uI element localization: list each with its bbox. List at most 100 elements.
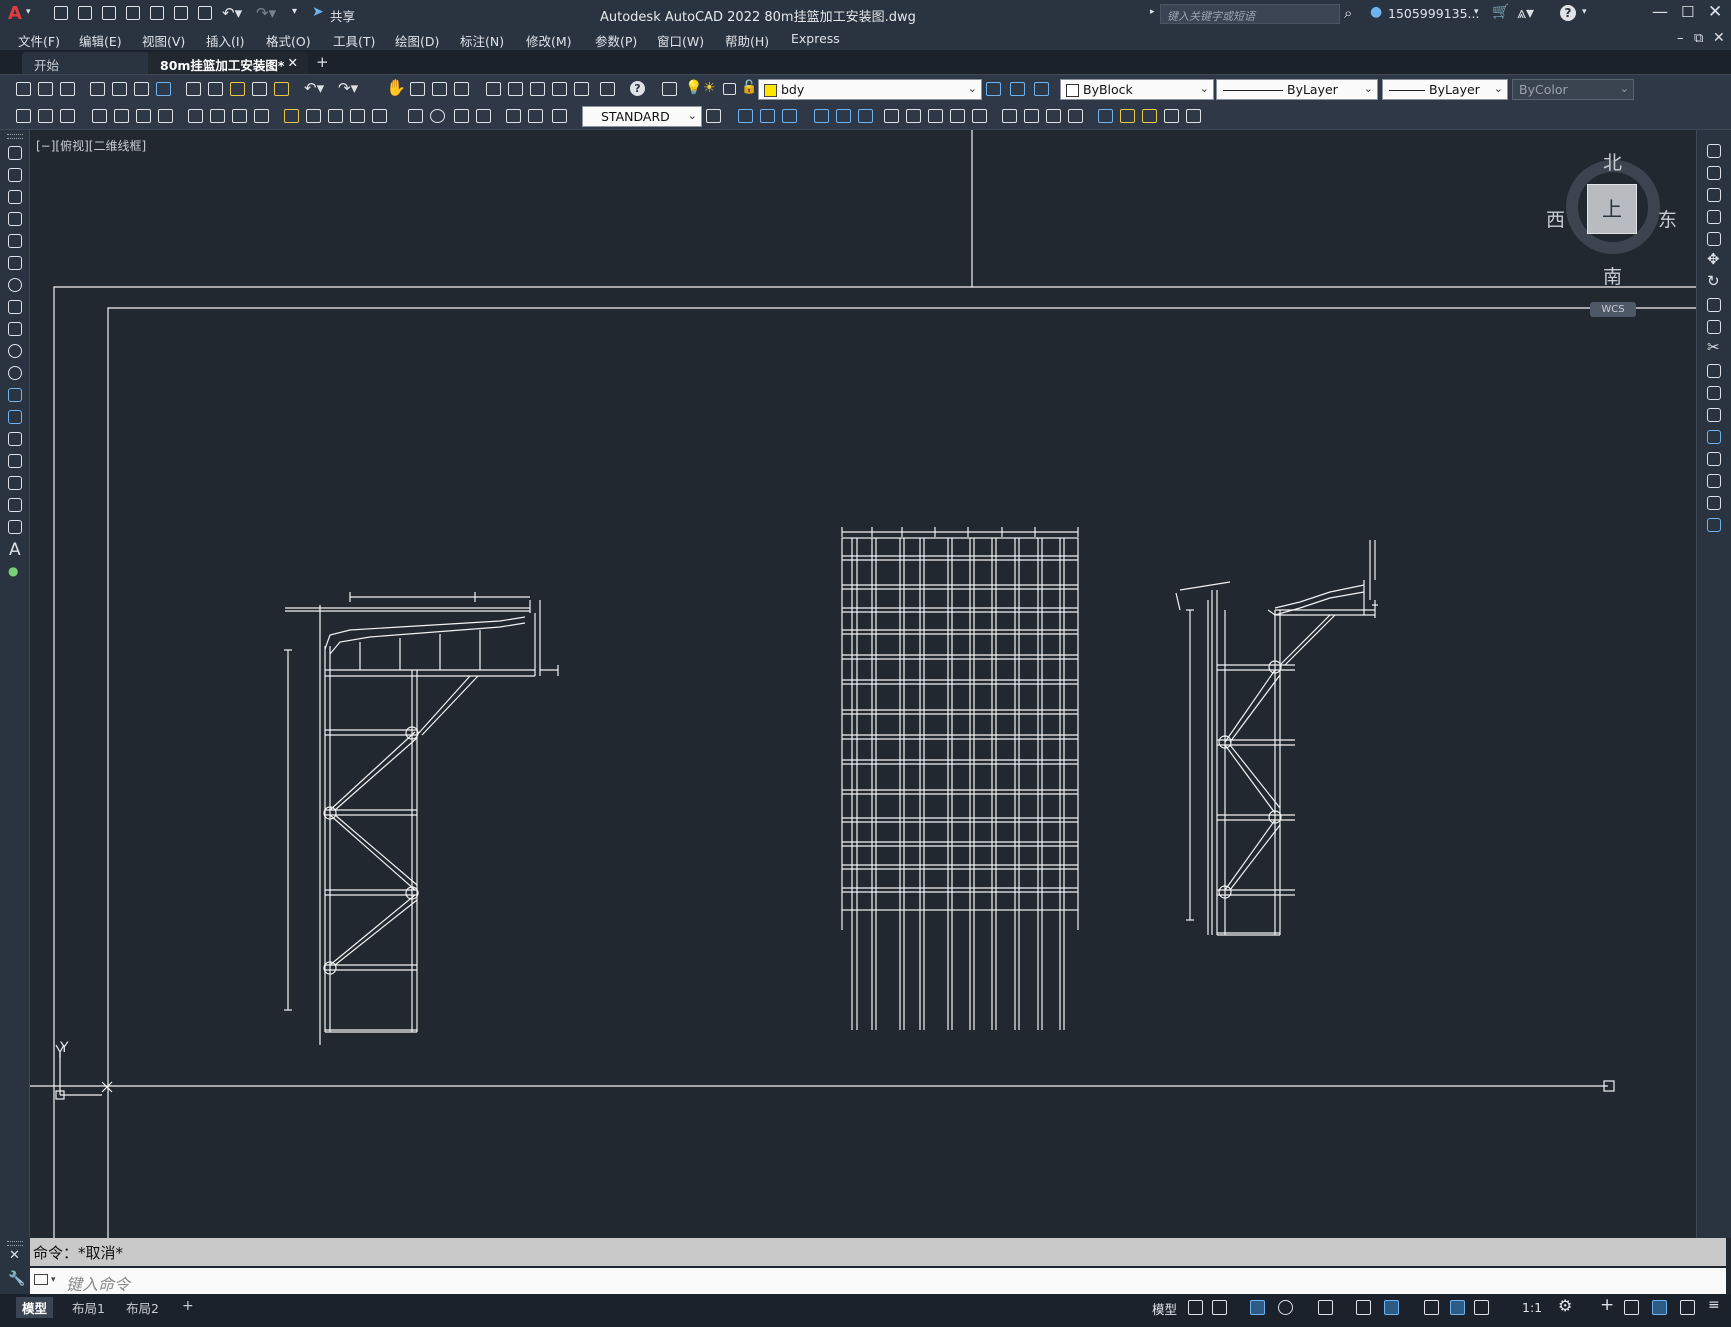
baseline-dim-icon[interactable] [306, 109, 321, 123]
drawing-canvas[interactable] [30, 130, 1696, 1238]
new-file-icon[interactable] [54, 6, 68, 20]
cut-icon[interactable] [186, 82, 201, 96]
object-snap-icon[interactable] [1384, 1300, 1399, 1315]
dim-style-manager-icon[interactable] [706, 109, 721, 123]
menu-help[interactable]: 帮助(H) [725, 31, 769, 50]
new-icon[interactable] [16, 82, 31, 96]
doc-minimize-button[interactable]: – [1677, 31, 1684, 46]
close-command-line-icon[interactable]: ✕ [9, 1248, 20, 1263]
layer-match-icon[interactable] [16, 109, 31, 123]
plus-icon[interactable]: + [1600, 1295, 1614, 1315]
zoom-previous-icon[interactable] [454, 82, 469, 96]
layer-previous-icon[interactable] [1010, 82, 1025, 96]
dim-style-dropdown[interactable]: STANDARD ⌄ [582, 106, 702, 127]
radius-dim-icon[interactable] [188, 109, 203, 123]
dim-break-icon[interactable] [372, 109, 387, 123]
quick-dim-icon[interactable] [284, 109, 299, 123]
dim-edit-icon[interactable] [506, 109, 521, 123]
hatch-icon[interactable] [8, 454, 22, 468]
linetype-dropdown[interactable]: ByLayer ⌄ [1216, 79, 1378, 100]
search-icon[interactable]: ⌕ [1344, 4, 1352, 22]
close-window-button[interactable]: ✕ [1708, 2, 1722, 22]
layer-viewport-icon[interactable] [723, 83, 736, 95]
gradient-icon[interactable] [8, 476, 22, 490]
linear-dim-icon[interactable] [92, 109, 107, 123]
app-menu-caret-icon[interactable]: ▾ [26, 7, 31, 17]
design-center-icon[interactable] [508, 82, 523, 96]
tab-close-icon[interactable]: ✕ [288, 55, 298, 70]
layer-dropdown[interactable]: bdy ⌄ [758, 79, 982, 100]
snap-mode-icon[interactable] [1212, 1300, 1227, 1315]
draw-order-leaders-icon[interactable] [858, 109, 873, 123]
redo-icon[interactable]: ↷▾ [256, 4, 276, 22]
extrude-icon[interactable] [1046, 109, 1061, 123]
wcs-menu[interactable]: WCS [1590, 302, 1636, 317]
menu-express[interactable]: Express [791, 31, 840, 46]
rectangle-icon[interactable] [8, 234, 22, 248]
arc-length-dim-icon[interactable] [136, 109, 151, 123]
mirror-icon[interactable] [1707, 188, 1721, 202]
lineweight-toggle-icon[interactable] [1424, 1300, 1439, 1315]
new-tab-button[interactable]: + [316, 53, 329, 71]
undo-icon[interactable]: ↶▾ [222, 4, 242, 22]
table-icon[interactable] [8, 520, 22, 534]
bring-above-icon[interactable] [782, 109, 797, 123]
insert-block-icon[interactable] [8, 388, 22, 402]
jogged-dim-icon[interactable] [210, 109, 225, 123]
user-account[interactable]: 1505999135... [1388, 6, 1479, 21]
copy-object-icon[interactable] [1707, 166, 1721, 180]
undo-tool-icon[interactable]: ↶▾ [304, 79, 324, 97]
ortho-icon[interactable] [1250, 1300, 1265, 1315]
menu-view[interactable]: 视图(V) [142, 31, 185, 50]
chamfer-icon[interactable] [1707, 452, 1721, 466]
polyline-icon[interactable] [8, 190, 22, 204]
make-block-icon[interactable] [8, 410, 22, 424]
tolerance-icon[interactable] [408, 109, 423, 123]
tool-palettes-icon[interactable] [530, 82, 545, 96]
user-caret-icon[interactable]: ▾ [1474, 7, 1479, 17]
bring-front-icon[interactable] [738, 109, 753, 123]
publish-icon[interactable] [134, 82, 149, 96]
compass-west[interactable]: 西 [1546, 205, 1565, 232]
send-back-icon[interactable] [760, 109, 775, 123]
menu-file[interactable]: 文件(F) [18, 31, 60, 50]
snap-endpoint-icon[interactable] [906, 109, 921, 123]
settings-gear-icon[interactable]: ⚙ [1558, 1296, 1572, 1315]
quick-properties-icon[interactable] [1652, 1300, 1667, 1315]
polygon-icon[interactable] [8, 212, 22, 226]
layer-walk-icon[interactable] [60, 109, 75, 123]
scale-icon[interactable] [1707, 298, 1721, 312]
draw-order-text-icon[interactable] [814, 109, 829, 123]
customization-menu-icon[interactable]: ≡ [1708, 1297, 1720, 1313]
extend-icon[interactable] [1707, 364, 1721, 378]
properties-icon[interactable] [486, 82, 501, 96]
lineweight-dropdown[interactable]: ByLayer ⌄ [1382, 79, 1508, 100]
layout-tab-1[interactable]: 布局1 [66, 1297, 111, 1318]
ellipse-arc-icon[interactable] [8, 366, 22, 380]
full-screen-icon[interactable] [1680, 1300, 1695, 1315]
array-icon[interactable] [1707, 232, 1721, 246]
calculator-icon[interactable] [600, 82, 615, 96]
layer-on-icon[interactable]: 💡 [685, 80, 702, 96]
add-layout-button[interactable]: + [176, 1297, 200, 1315]
3d-print-icon[interactable] [156, 82, 171, 96]
move-icon[interactable]: ✥ [1707, 250, 1720, 268]
open-file-icon[interactable] [78, 6, 92, 20]
share-icon[interactable]: ➤ [312, 4, 324, 20]
dim-space-icon[interactable] [350, 109, 365, 123]
open-icon[interactable] [38, 82, 53, 96]
export-icon[interactable] [150, 6, 164, 20]
block-editor-icon[interactable] [274, 82, 289, 96]
layout-tab-2[interactable]: 布局2 [120, 1297, 165, 1318]
explode-icon[interactable] [1707, 518, 1721, 532]
menu-format[interactable]: 格式(O) [266, 31, 311, 50]
menu-edit[interactable]: 编辑(E) [79, 31, 122, 50]
construction-line-icon[interactable] [8, 168, 22, 182]
snap-center-icon[interactable] [972, 109, 987, 123]
menu-modify[interactable]: 修改(M) [526, 31, 572, 50]
viewport-controls-label[interactable]: [−][俯视][二维线框] [36, 137, 146, 154]
ordinate-dim-icon[interactable] [158, 109, 173, 123]
menu-dimension[interactable]: 标注(N) [460, 31, 504, 50]
make-current-layer-icon[interactable] [986, 82, 1001, 96]
help-caret-icon[interactable]: ▾ [1582, 7, 1587, 17]
